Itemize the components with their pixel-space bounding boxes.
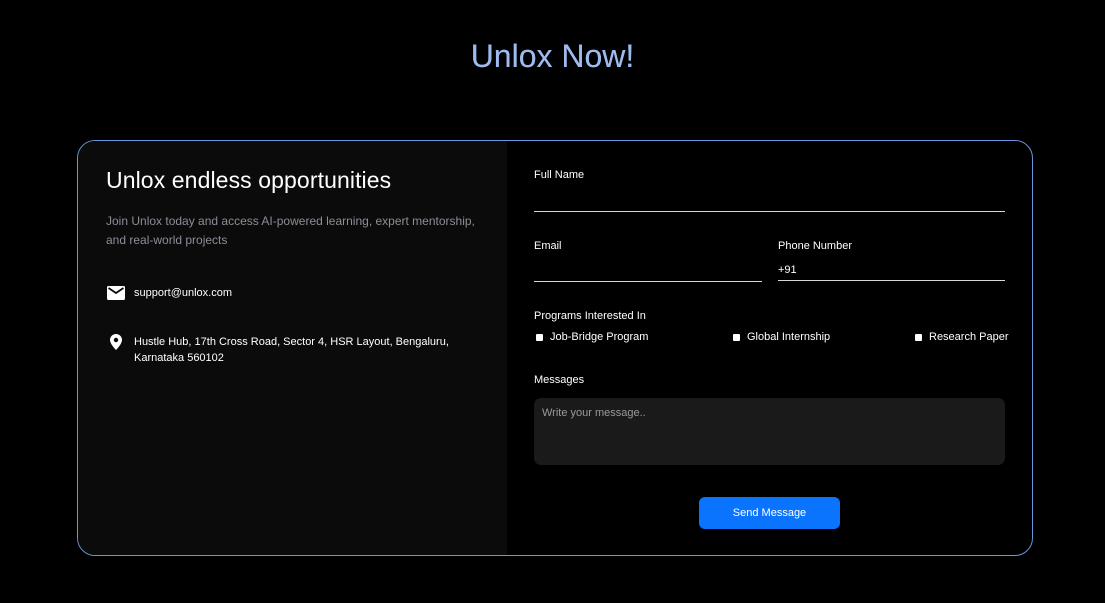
full-name-label: Full Name: [534, 169, 585, 181]
checkbox-icon[interactable]: [915, 333, 922, 341]
contact-email-row: support@unlox.com: [106, 285, 232, 301]
checkbox-icon[interactable]: [733, 333, 740, 341]
email-label: Email: [534, 240, 562, 252]
programs-label: Programs Interested In: [534, 310, 646, 322]
info-description: Join Unlox today and access AI-powered l…: [106, 214, 475, 247]
message-textarea[interactable]: [534, 398, 1005, 465]
mail-icon: [106, 285, 126, 301]
email-input[interactable]: [534, 261, 762, 282]
program-checkbox-research-paper[interactable]: Research Paper: [915, 331, 1009, 343]
contact-form: Full Name Email Phone Number Programs In…: [507, 141, 1032, 555]
contact-page: Unlox Now! Unlox endless opportunities J…: [0, 0, 1105, 603]
contact-email[interactable]: support@unlox.com: [134, 285, 232, 301]
contact-card: Unlox endless opportunities Join Unlox t…: [77, 140, 1033, 556]
checkbox-icon[interactable]: [536, 333, 543, 341]
program-checkbox-job-bridge[interactable]: Job-Bridge Program: [536, 331, 648, 343]
program-label: Global Internship: [747, 331, 831, 343]
phone-input[interactable]: [778, 260, 1005, 281]
info-panel: Unlox endless opportunities Join Unlox t…: [78, 141, 507, 555]
program-label: Research Paper: [929, 331, 1009, 343]
program-checkbox-global-internship[interactable]: Global Internship: [733, 331, 830, 343]
contact-address-row: Hustle Hub, 17th Cross Road, Sector 4, H…: [106, 334, 454, 366]
full-name-input[interactable]: [534, 191, 1005, 212]
phone-label: Phone Number: [778, 240, 852, 252]
page-title: Unlox Now!: [0, 38, 1105, 75]
program-label: Job-Bridge Program: [550, 331, 649, 343]
info-heading: Unlox endless opportunities: [106, 167, 392, 193]
location-pin-icon: [106, 334, 126, 350]
send-message-button[interactable]: Send Message: [699, 497, 840, 529]
messages-label: Messages: [534, 374, 585, 386]
contact-address: Hustle Hub, 17th Cross Road, Sector 4, H…: [134, 336, 449, 364]
